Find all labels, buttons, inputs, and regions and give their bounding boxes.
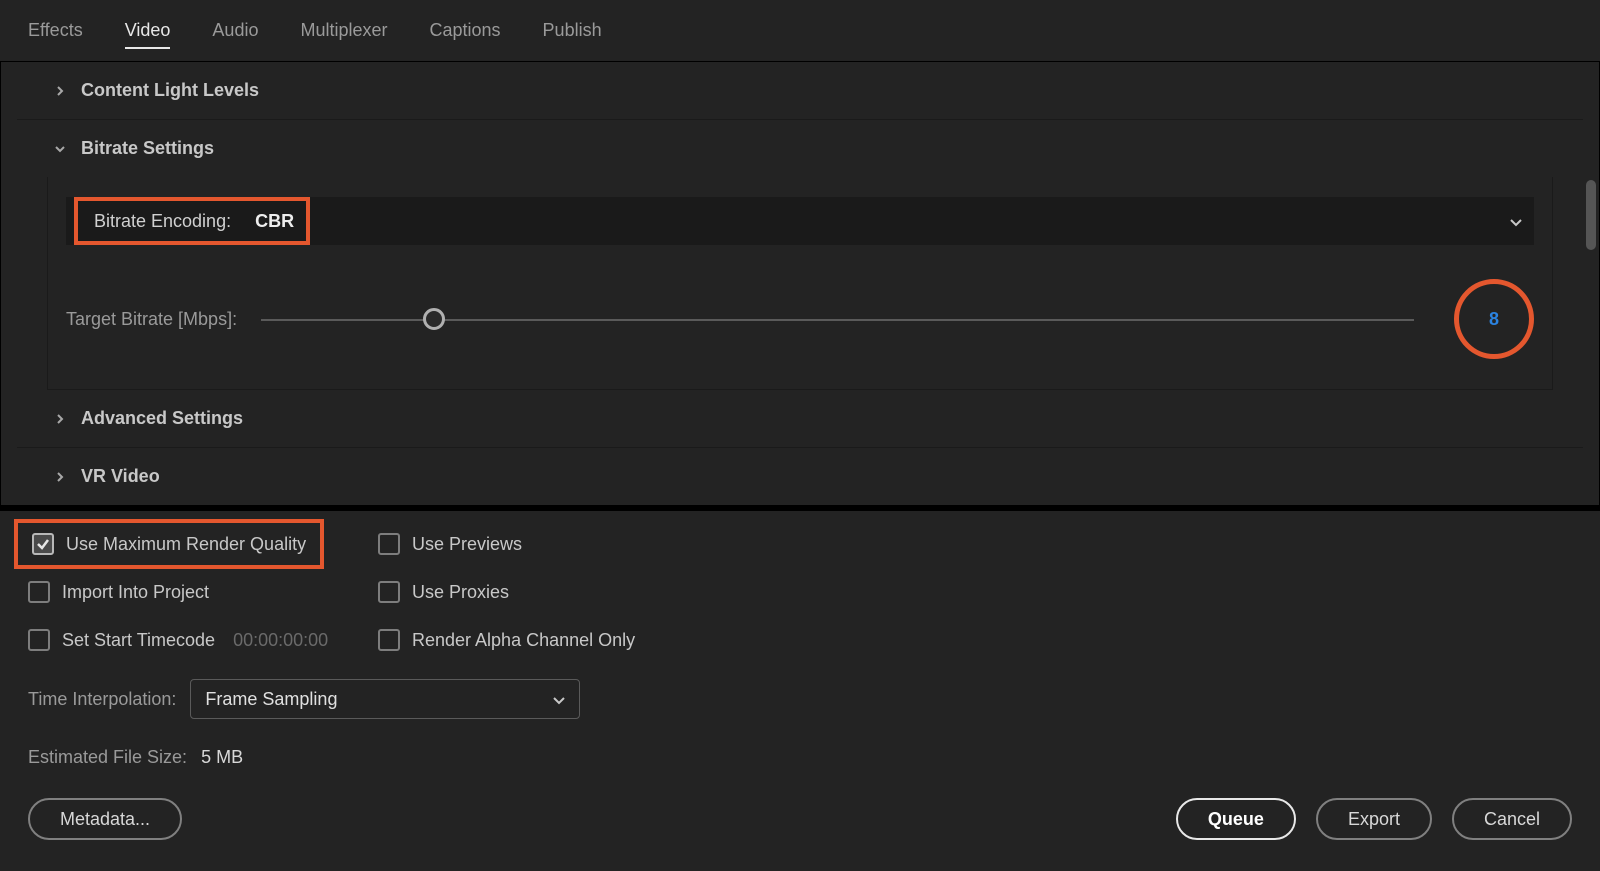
section-content-light-levels[interactable]: Content Light Levels [17,62,1583,120]
check-label: Set Start Timecode [62,630,215,651]
time-interpolation-row: Time Interpolation: Frame Sampling [28,679,1572,719]
tab-publish[interactable]: Publish [543,20,602,49]
export-tabs: Effects Video Audio Multiplexer Captions… [0,0,1600,62]
estimated-file-size-row: Estimated File Size: 5 MB [28,747,1572,768]
slider-handle[interactable] [423,308,445,330]
footer-buttons: Metadata... Queue Export Cancel [28,798,1572,840]
tab-effects[interactable]: Effects [28,20,83,49]
check-label: Use Previews [412,534,522,555]
tab-multiplexer[interactable]: Multiplexer [300,20,387,49]
section-bitrate-settings[interactable]: Bitrate Settings [17,120,1583,177]
section-title: Bitrate Settings [81,138,214,159]
bitrate-encoding-dropdown[interactable]: Bitrate Encoding: CBR [66,197,1534,245]
check-label: Use Proxies [412,582,509,603]
bitrate-settings-content: Bitrate Encoding: CBR Target Bitrate [Mb… [47,177,1553,390]
chevron-right-icon [53,470,67,484]
scrollbar[interactable] [1586,180,1596,250]
time-interpolation-label: Time Interpolation: [28,689,176,710]
target-bitrate-row: Target Bitrate [Mbps]: 8 [66,279,1534,359]
annotation-highlight: Use Maximum Render Quality [14,519,324,569]
chevron-down-icon [553,689,565,710]
bitrate-encoding-label: Bitrate Encoding: [94,211,231,232]
check-label: Render Alpha Channel Only [412,630,635,651]
check-set-start-timecode[interactable]: Set Start Timecode 00:00:00:00 [28,629,378,651]
estimated-file-size-value: 5 MB [201,747,243,768]
checkbox-icon [28,581,50,603]
chevron-down-icon [53,142,67,156]
section-advanced-settings[interactable]: Advanced Settings [17,390,1583,448]
tab-video[interactable]: Video [125,20,171,49]
section-title: Advanced Settings [81,408,243,429]
metadata-button[interactable]: Metadata... [28,798,182,840]
tab-captions[interactable]: Captions [430,20,501,49]
checkbox-icon [378,533,400,555]
target-bitrate-slider[interactable] [261,307,1414,331]
checkbox-icon [28,629,50,651]
section-title: Content Light Levels [81,80,259,101]
checkbox-icon [32,533,54,555]
check-render-alpha-only[interactable]: Render Alpha Channel Only [378,629,1572,651]
target-bitrate-label: Target Bitrate [Mbps]: [66,309,237,330]
export-button[interactable]: Export [1316,798,1432,840]
estimated-file-size-label: Estimated File Size: [28,747,187,768]
section-vr-video[interactable]: VR Video [17,448,1583,505]
cancel-button[interactable]: Cancel [1452,798,1572,840]
chevron-right-icon [53,412,67,426]
bitrate-encoding-value: CBR [255,211,294,232]
export-options: Use Maximum Render Quality Use Previews … [0,505,1600,868]
check-label: Import Into Project [62,582,209,603]
check-import-into-project[interactable]: Import Into Project [28,581,378,603]
annotation-highlight: Bitrate Encoding: CBR [74,197,310,245]
check-use-previews[interactable]: Use Previews [378,533,1572,555]
chevron-right-icon [53,84,67,98]
tab-audio[interactable]: Audio [212,20,258,49]
checkbox-icon [378,581,400,603]
checkbox-icon [378,629,400,651]
check-label: Use Maximum Render Quality [66,534,306,555]
check-max-render-quality[interactable]: Use Maximum Render Quality [32,533,306,555]
annotation-circle [1454,279,1534,359]
queue-button[interactable]: Queue [1176,798,1296,840]
chevron-down-icon [1510,211,1522,232]
section-title: VR Video [81,466,160,487]
dropdown-value: Frame Sampling [205,689,337,710]
video-panel: Content Light Levels Bitrate Settings Bi… [0,62,1600,505]
target-bitrate-value-wrap: 8 [1454,279,1534,359]
start-timecode-value[interactable]: 00:00:00:00 [233,630,328,651]
time-interpolation-dropdown[interactable]: Frame Sampling [190,679,580,719]
check-use-proxies[interactable]: Use Proxies [378,581,1572,603]
